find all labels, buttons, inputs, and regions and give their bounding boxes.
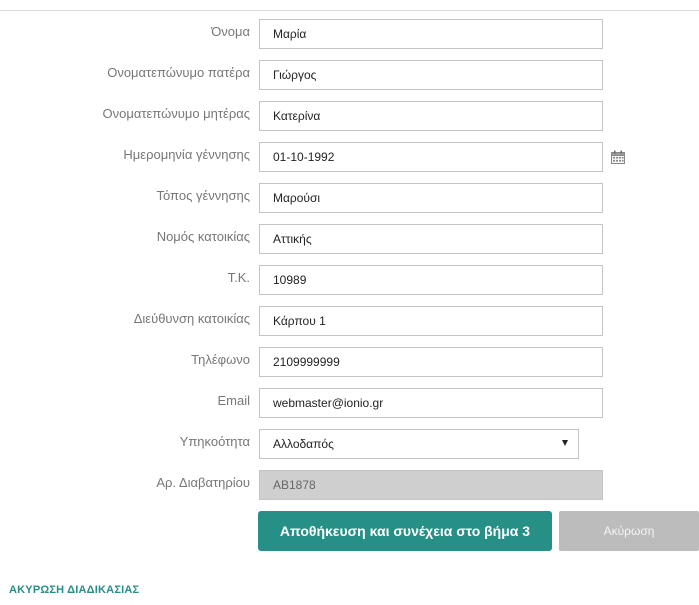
- save-and-continue-button[interactable]: Αποθήκευση και συνέχεια στο βήμα 3: [258, 511, 552, 551]
- mother-name-label: Ονοματεπώνυμο μητέρας: [102, 106, 250, 121]
- form-row-postal-code: Τ.Κ. 10989: [0, 265, 699, 306]
- first-name-label: Όνομα: [211, 24, 250, 39]
- prefecture-input[interactable]: Αττικής: [259, 224, 603, 254]
- email-field[interactable]: webmaster@ionio.gr: [259, 388, 603, 418]
- form-row-passport-number: Αρ. Διαβατηρίου AB1878: [0, 470, 699, 511]
- citizenship-select[interactable]: Αλλοδαπός: [259, 429, 579, 459]
- father-name-input[interactable]: Γιώργος: [259, 60, 603, 90]
- chevron-down-icon: [562, 440, 568, 446]
- cancel-process-link[interactable]: ΑΚΥΡΩΣΗ ΔΙΑΔΙΚΑΣΙΑΣ: [9, 584, 139, 596]
- top-divider: [0, 10, 699, 11]
- email-label: Email: [217, 393, 250, 408]
- form-row-citizenship: Υπηκοότητα Αλλοδαπός: [0, 429, 699, 470]
- mother-name-input[interactable]: Κατερίνα: [259, 101, 603, 131]
- form-actions: Αποθήκευση και συνέχεια στο βήμα 3 Ακύρω…: [0, 511, 699, 551]
- personal-details-form: Όνομα Μαρία Ονοματεπώνυμο πατέρα Γιώργος…: [0, 19, 699, 511]
- first-name-input[interactable]: Μαρία: [259, 19, 603, 49]
- form-row-father-name: Ονοματεπώνυμο πατέρα Γιώργος: [0, 60, 699, 101]
- birth-place-label: Τόπος γέννησης: [156, 188, 251, 203]
- form-row-address: Διεύθυνση κατοικίας Κάρπου 1: [0, 306, 699, 347]
- father-name-label: Ονοματεπώνυμο πατέρα: [107, 65, 250, 80]
- birth-date-input[interactable]: 01-10-1992: [259, 142, 603, 172]
- passport-number-input: AB1878: [259, 470, 603, 500]
- citizenship-selected-value: Αλλοδαπός: [273, 437, 334, 451]
- phone-input[interactable]: 2109999999: [259, 347, 603, 377]
- form-row-birth-place: Τόπος γέννησης Μαρούσι: [0, 183, 699, 224]
- form-row-birth-date: Ημερομηνία γέννησης 01-10-1992: [0, 142, 699, 183]
- prefecture-label: Νομός κατοικίας: [156, 229, 250, 244]
- form-row-email: Email webmaster@ionio.gr: [0, 388, 699, 429]
- postal-code-input[interactable]: 10989: [259, 265, 603, 295]
- birth-place-input[interactable]: Μαρούσι: [259, 183, 603, 213]
- address-label: Διεύθυνση κατοικίας: [133, 311, 250, 326]
- form-row-phone: Τηλέφωνο 2109999999: [0, 347, 699, 388]
- postal-code-label: Τ.Κ.: [227, 270, 250, 285]
- form-row-mother-name: Ονοματεπώνυμο μητέρας Κατερίνα: [0, 101, 699, 142]
- passport-number-label: Αρ. Διαβατηρίου: [156, 475, 250, 490]
- cancel-button[interactable]: Ακύρωση: [559, 511, 699, 551]
- phone-label: Τηλέφωνο: [191, 352, 250, 367]
- citizenship-label: Υπηκοότητα: [179, 434, 250, 449]
- calendar-icon[interactable]: [611, 150, 625, 164]
- address-input[interactable]: Κάρπου 1: [259, 306, 603, 336]
- form-row-first-name: Όνομα Μαρία: [0, 19, 699, 60]
- form-row-prefecture: Νομός κατοικίας Αττικής: [0, 224, 699, 265]
- birth-date-label: Ημερομηνία γέννησης: [123, 147, 250, 162]
